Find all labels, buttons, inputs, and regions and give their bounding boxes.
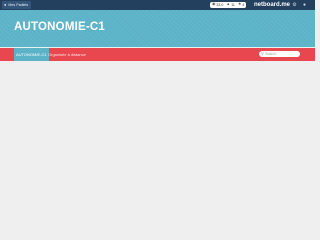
tab-organisee-a-distance[interactable]: Organisée à distance <box>46 48 88 61</box>
my-boards-label: Mes Padlets <box>8 3 29 7</box>
board-header: AUTONOMIE-C1 <box>0 10 315 47</box>
top-bar: ● Mes Padlets ◉ 33.0 ▲ 11 ★ 4 netboard.m… <box>0 0 315 10</box>
user-icon: ● <box>4 2 7 7</box>
search-icon: ⚲ <box>261 51 264 56</box>
board-canvas <box>0 61 315 210</box>
board-nav: AUTONOMIE-C1 Organisée à distance ⚲ <box>0 48 315 61</box>
my-boards-button[interactable]: ● Mes Padlets <box>2 1 32 9</box>
brand-logo[interactable]: netboard.me <box>254 1 290 9</box>
stars-stat[interactable]: ★ 4 <box>237 2 245 7</box>
tab-autonomie-c1[interactable]: AUTONOMIE-C1 <box>14 48 49 61</box>
search-input[interactable] <box>264 51 297 57</box>
views-stat: ◉ 33.0 <box>212 2 224 7</box>
views-count: 33.0 <box>216 3 224 7</box>
account-icon[interactable]: ● <box>301 1 308 9</box>
likes-count: 11 <box>231 3 235 7</box>
search-box[interactable]: ⚲ <box>259 51 300 57</box>
stars-count: 4 <box>242 3 245 7</box>
thumbs-up-icon: ▲ <box>226 2 231 7</box>
likes-stat[interactable]: ▲ 11 <box>226 2 235 7</box>
page-title: AUTONOMIE-C1 <box>14 21 105 33</box>
eye-icon: ◉ <box>212 2 216 7</box>
star-icon: ★ <box>237 2 242 7</box>
board-stats: ◉ 33.0 ▲ 11 ★ 4 <box>210 2 247 8</box>
settings-icon[interactable]: ⚙ <box>291 1 298 9</box>
